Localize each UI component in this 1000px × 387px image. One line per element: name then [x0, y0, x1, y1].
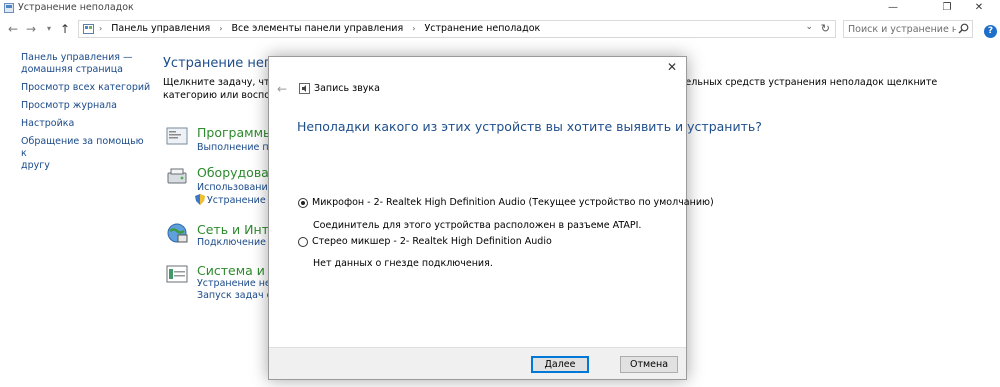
option-stereo-mix-note: Нет данных о гнезде подключения.	[313, 258, 493, 269]
back-arrow-icon[interactable]: ←	[277, 82, 287, 96]
title-bar: Устранение неполадок — ❐ ✕	[0, 0, 1000, 16]
option-microphone-label[interactable]: Микрофон - 2- Realtek High Definition Au…	[312, 197, 714, 208]
breadcrumb-all-items[interactable]: Все элементы панели управления	[232, 23, 404, 34]
breadcrumb-troubleshooting[interactable]: Устранение неполадок	[424, 23, 540, 34]
address-bar[interactable]: › Панель управления › Все элементы панел…	[78, 20, 836, 38]
option-microphone-note: Соединитель для этого устройства располо…	[313, 220, 642, 231]
dialog-close-button[interactable]: ✕	[664, 59, 680, 75]
nav-view-all-categories[interactable]: Просмотр всех категорий	[21, 82, 151, 94]
chevron-right-icon[interactable]: ›	[412, 24, 415, 33]
nav-control-panel-home[interactable]: Панель управления — домашняя страница	[21, 52, 151, 76]
forward-arrow-icon[interactable]: →	[24, 21, 38, 37]
navigation-bar: ← → ▾ ↑ › Панель управления › Все элемен…	[0, 18, 1000, 40]
help-icon[interactable]: ?	[984, 25, 997, 38]
programs-icon	[166, 127, 188, 145]
control-panel-icon	[4, 3, 14, 13]
minimize-button[interactable]: —	[870, 0, 916, 16]
search-input[interactable]	[844, 21, 956, 37]
left-navigation: Панель управления — домашняя страница Про…	[21, 52, 151, 178]
breadcrumb: › Панель управления › Все элементы панел…	[99, 23, 540, 34]
up-arrow-icon[interactable]: ↑	[58, 21, 72, 37]
chevron-down-icon[interactable]: ⌄	[805, 22, 813, 32]
network-globe-icon	[167, 223, 188, 243]
dialog-footer: Далее Отмена	[269, 347, 686, 379]
control-panel-icon	[83, 24, 94, 34]
window-close-button[interactable]: ✕	[958, 0, 1000, 16]
breadcrumb-control-panel[interactable]: Панель управления	[111, 23, 210, 34]
radio-stereo-mix[interactable]	[298, 237, 308, 247]
chevron-right-icon[interactable]: ›	[219, 24, 222, 33]
nav-get-help-from-friend[interactable]: Обращение за помощью к другу	[21, 136, 151, 172]
category-programs-title[interactable]: Программы	[197, 125, 273, 140]
nav-view-history[interactable]: Просмотр журнала	[21, 100, 151, 112]
back-arrow-icon[interactable]: ←	[6, 21, 20, 37]
next-button[interactable]: Далее	[531, 356, 589, 373]
refresh-icon[interactable]: ↻	[821, 22, 830, 35]
search-icon[interactable]	[958, 23, 969, 34]
hardware-icon	[167, 168, 187, 184]
radio-microphone[interactable]	[298, 198, 308, 208]
dialog-question: Неполадки какого из этих устройств вы хо…	[297, 119, 762, 134]
cancel-button[interactable]: Отмена	[620, 356, 678, 373]
troubleshooter-dialog: ✕ ← Запись звука Неполадки какого из эти…	[268, 56, 762, 380]
recent-dropdown-icon[interactable]: ▾	[42, 21, 56, 37]
option-stereo-mix-label[interactable]: Стерео микшер - 2- Realtek High Definiti…	[312, 236, 552, 247]
system-security-icon	[166, 265, 188, 283]
window-title: Устранение неполадок	[18, 2, 134, 13]
speaker-icon	[299, 83, 310, 94]
shield-icon	[195, 194, 205, 205]
chevron-right-icon[interactable]: ›	[99, 24, 102, 33]
search-box[interactable]	[843, 20, 973, 38]
nav-settings[interactable]: Настройка	[21, 118, 151, 130]
dialog-title: Запись звука	[314, 83, 380, 94]
